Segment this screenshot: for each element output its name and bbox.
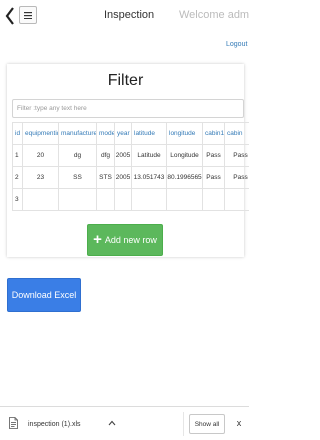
app-root: Inspection Welcome admin Logout Filter i… (0, 0, 249, 440)
hamburger-menu-button[interactable] (19, 6, 37, 24)
column-header-manufacturer[interactable]: manufacturer (58, 122, 97, 145)
table-header-row: id equipmentid manufacturer model year l… (12, 122, 249, 145)
cell-equipmentid[interactable] (22, 188, 59, 211)
cell-id[interactable]: 2 (12, 166, 23, 189)
cell-manufacturer[interactable] (58, 188, 97, 211)
filter-input[interactable] (12, 99, 244, 118)
download-bar: inspection (1).xls Show all x (0, 406, 249, 440)
column-header-year[interactable]: year (114, 122, 132, 145)
column-header-longitude[interactable]: longitude (166, 122, 203, 145)
cell-equipmentid[interactable]: 20 (22, 144, 59, 167)
add-new-row-label: Add new row (104, 235, 157, 245)
download-bar-divider (183, 412, 184, 436)
file-icon (9, 417, 18, 429)
filter-heading: Filter (107, 72, 144, 89)
page-title: Inspection (104, 9, 155, 21)
cell-model[interactable] (96, 188, 115, 211)
cell-cabin[interactable] (224, 188, 249, 211)
cell-manufacturer[interactable]: dg (58, 144, 97, 167)
cell-cabin[interactable]: Pass (224, 166, 249, 189)
column-header-cabin1[interactable]: cabin1 (202, 122, 225, 145)
cell-year[interactable]: 2005 (114, 166, 132, 189)
show-all-button[interactable]: Show all (189, 414, 225, 434)
column-header-id[interactable]: id (12, 122, 23, 145)
hamburger-menu-icon (24, 11, 32, 19)
add-new-row-button[interactable]: + Add new row (87, 224, 163, 256)
cell-longitude[interactable]: Longitude (166, 144, 203, 167)
cell-latitude[interactable]: Latitude (131, 144, 167, 167)
plus-icon: + (93, 231, 102, 248)
close-icon[interactable]: x (234, 418, 244, 429)
cell-year[interactable]: 2005 (114, 144, 132, 167)
top-navbar: Inspection Welcome admin (0, 0, 249, 32)
back-arrow-icon[interactable] (4, 5, 16, 27)
cell-cabin1[interactable]: Pass (202, 166, 225, 189)
cell-latitude[interactable] (131, 188, 167, 211)
table-row: 2 23 SS STS 2005 13.051743 80.1996565 Pa… (12, 166, 249, 189)
cell-cabin[interactable]: Pass (224, 144, 249, 167)
column-header-model[interactable]: model (96, 122, 115, 145)
download-excel-button[interactable]: Download Excel (7, 278, 81, 312)
cell-model[interactable]: STS (96, 166, 115, 189)
cell-cabin1[interactable]: Pass (202, 144, 225, 167)
column-header-cabin[interactable]: cabin (224, 122, 249, 145)
cell-id[interactable]: 1 (12, 144, 23, 167)
table-row: 3 (12, 188, 249, 211)
column-header-latitude[interactable]: latitude (131, 122, 167, 145)
download-file-name[interactable]: inspection (1).xls (28, 421, 81, 428)
inspection-table: id equipmentid manufacturer model year l… (12, 122, 249, 211)
cell-manufacturer[interactable]: SS (58, 166, 97, 189)
table-row: 1 20 dg dfg 2005 Latitude Longitude Pass… (12, 144, 249, 167)
cell-longitude[interactable]: 80.1996565 (166, 166, 203, 189)
cell-id[interactable]: 3 (12, 188, 23, 211)
column-header-equipmentid[interactable]: equipmentid (22, 122, 59, 145)
cell-longitude[interactable] (166, 188, 203, 211)
logout-link[interactable]: Logout (226, 41, 247, 48)
cell-equipmentid[interactable]: 23 (22, 166, 59, 189)
welcome-text: Welcome admin (179, 9, 249, 21)
cell-year[interactable] (114, 188, 132, 211)
chevron-up-icon[interactable] (108, 419, 116, 427)
cell-model[interactable]: dfg (96, 144, 115, 167)
cell-latitude[interactable]: 13.051743 (131, 166, 167, 189)
cell-cabin1[interactable] (202, 188, 225, 211)
